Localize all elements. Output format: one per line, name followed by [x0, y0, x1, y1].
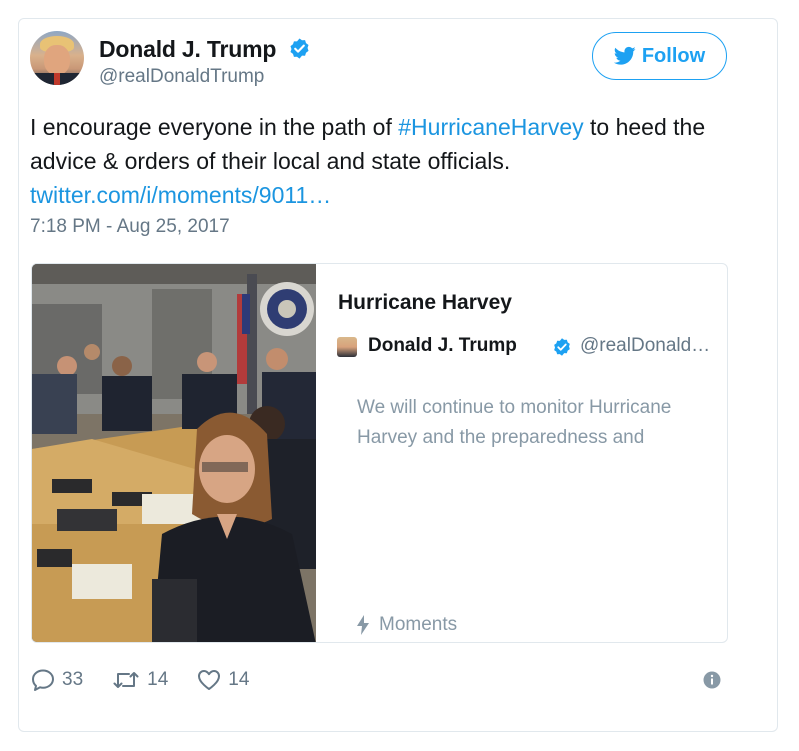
follow-button[interactable]: Follow [592, 32, 727, 80]
retweet-count: 14 [147, 669, 169, 690]
reply-count: 33 [62, 669, 84, 690]
timestamp[interactable]: 7:18 PM - Aug 25, 2017 [30, 216, 230, 238]
lightning-icon [357, 615, 369, 635]
twitter-bird-icon [613, 46, 636, 65]
tweet-text: I encourage everyone in the path of #Hur… [30, 110, 730, 212]
moment-link[interactable]: twitter.com/i/moments/9011… [30, 182, 331, 208]
verified-badge-icon [554, 338, 570, 356]
author-name[interactable]: Donald J. Trump [99, 36, 276, 63]
like-count: 14 [228, 669, 250, 690]
info-icon[interactable] [703, 671, 721, 689]
verified-badge-icon [290, 38, 309, 59]
moment-author-avatar [337, 337, 357, 357]
hashtag-link[interactable]: #HurricaneHarvey [398, 114, 583, 140]
tweet-text-part: I encourage everyone in the path of [30, 114, 399, 140]
moment-card[interactable]: Hurricane Harvey [31, 263, 728, 643]
author-handle[interactable]: @realDonaldTrump [99, 66, 264, 88]
like-button[interactable]: 14 [196, 667, 249, 693]
retweet-button[interactable]: 14 [111, 667, 168, 693]
avatar[interactable] [30, 31, 84, 85]
situation-room-photo [32, 264, 316, 642]
reply-button[interactable]: 33 [30, 667, 83, 693]
moment-title[interactable]: Hurricane Harvey [338, 291, 512, 315]
retweet-icon [113, 672, 139, 688]
heart-icon [198, 670, 221, 690]
moment-author-name: Donald J. Trump [368, 335, 517, 356]
moment-description: We will continue to monitor Hurricane Ha… [357, 397, 672, 448]
moments-label: Moments [379, 614, 458, 635]
moment-author-handle: @realDonald… [580, 335, 711, 356]
moments-footer[interactable]: Moments [357, 614, 457, 636]
reply-icon [32, 669, 54, 691]
follow-label: Follow [641, 44, 706, 67]
tweet-actions: 33 14 14 [30, 664, 277, 696]
